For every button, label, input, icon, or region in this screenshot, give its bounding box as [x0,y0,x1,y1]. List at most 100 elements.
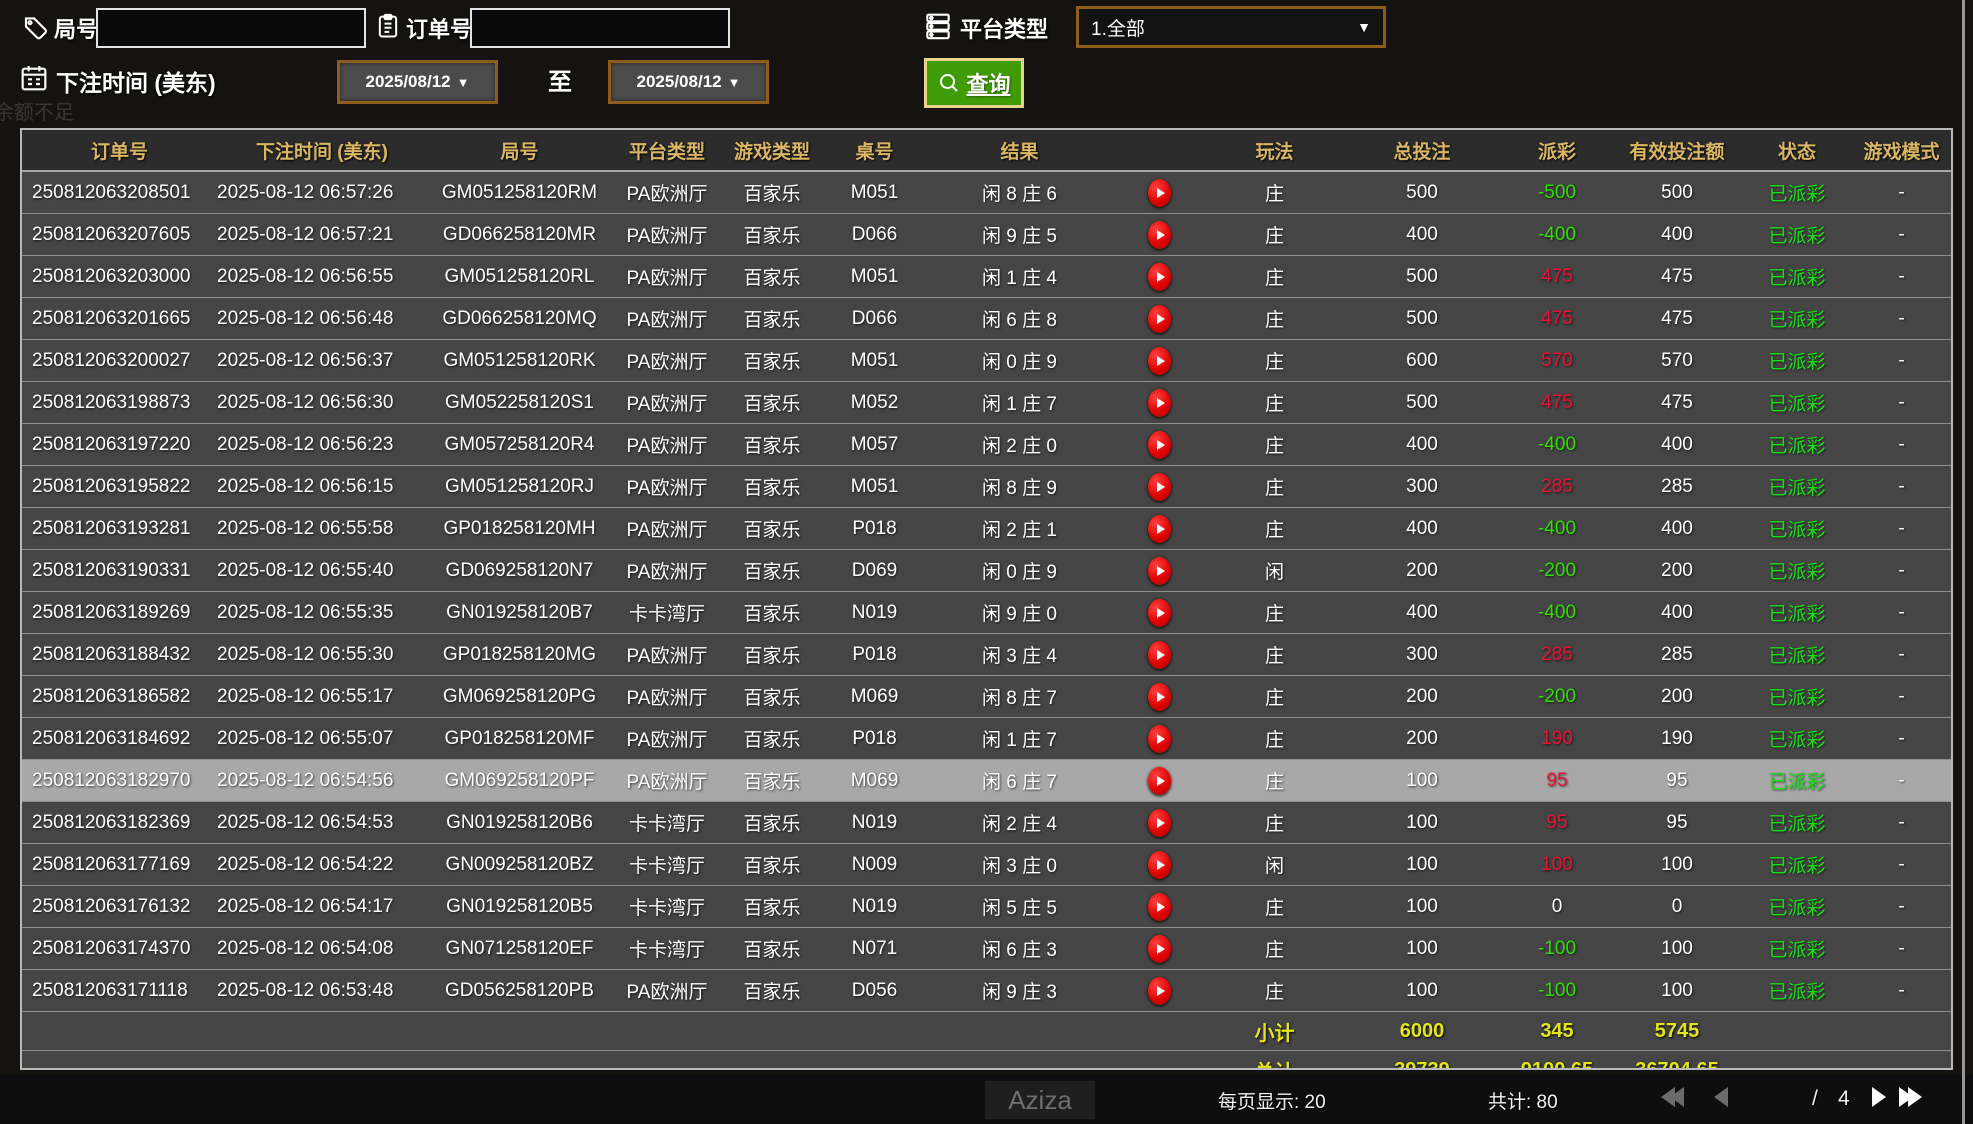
cell-payout: 475 [1502,308,1612,330]
table-row[interactable]: 2508120631932812025-08-12 06:55:58GP0182… [22,508,1951,550]
cell-valid: 95 [1612,812,1742,834]
play-video-icon[interactable] [1148,725,1171,753]
play-video-icon[interactable] [1148,389,1171,417]
table-row[interactable]: 2508120631846922025-08-12 06:55:07GP0182… [22,718,1951,760]
cell-play: 庄 [1207,515,1342,542]
play-video-icon[interactable] [1148,515,1171,543]
play-video-icon[interactable] [1148,431,1171,459]
cell-game: 百家乐 [722,347,822,374]
grand-total-row: 总计397399100.6536704.65 [22,1051,1951,1070]
play-video-icon[interactable] [1148,263,1171,291]
play-video-icon[interactable] [1148,767,1171,795]
platform-select[interactable]: 1.全部 ▼ [1076,6,1386,48]
table-row[interactable]: 2508120632016652025-08-12 06:56:48GD0662… [22,298,1951,340]
cell-game: 百家乐 [722,599,822,626]
table-row[interactable]: 2508120631903312025-08-12 06:55:40GD0692… [22,550,1951,592]
next-page-button[interactable] [1872,1087,1886,1107]
table-row[interactable]: 2508120631711182025-08-12 06:53:48GD0562… [22,970,1951,1012]
clipboard-icon [374,10,402,42]
play-video-icon[interactable] [1148,851,1171,879]
order-input[interactable] [470,8,730,48]
table-row[interactable]: 2508120631958222025-08-12 06:56:15GM0512… [22,466,1951,508]
date-to-select[interactable]: 2025/08/12 ▼ [608,60,769,104]
cell-platform: PA欧洲厅 [612,977,722,1004]
result-cell-play [1112,473,1207,501]
cell-game: 百家乐 [722,725,822,752]
play-video-icon[interactable] [1148,305,1171,333]
cell-play: 庄 [1207,893,1342,920]
play-video-icon[interactable] [1148,221,1171,249]
total-count-label: 共计: 80 [1488,1087,1558,1114]
cell-round: GM069258120PF [427,770,612,792]
result-cell-play [1112,767,1207,795]
cell-time: 2025-08-12 06:55:35 [217,602,427,624]
chevron-down-icon: ▼ [728,75,741,90]
table-row[interactable]: 2508120631743702025-08-12 06:54:08GN0712… [22,928,1951,970]
cell-valid: 0 [1612,896,1742,918]
table-row[interactable]: 2508120631761322025-08-12 06:54:17GN0192… [22,886,1951,928]
cell-order: 250812063182970 [22,770,217,792]
play-video-icon[interactable] [1148,809,1171,837]
total-valid-value: 36704.65 [1612,1059,1742,1071]
table-row[interactable]: 2508120631865822025-08-12 06:55:17GM0692… [22,676,1951,718]
cell-order: 250812063188432 [22,644,217,666]
play-video-icon[interactable] [1148,473,1171,501]
search-icon [937,71,961,95]
cell-result: 闲 9 庄 3 [927,977,1112,1004]
cell-mode: - [1852,476,1951,498]
play-video-icon[interactable] [1148,179,1171,207]
first-page-button[interactable] [1666,1087,1684,1107]
table-row[interactable]: 2508120631823692025-08-12 06:54:53GN0192… [22,802,1951,844]
cell-table: M051 [822,182,927,204]
table-row[interactable]: 2508120631988732025-08-12 06:56:30GM0522… [22,382,1951,424]
per-page-label: 每页显示: 20 [1218,1087,1326,1114]
cell-result: 闲 9 庄 5 [927,221,1112,248]
cell-mode: - [1852,266,1951,288]
cell-table: M057 [822,434,927,456]
cell-status: 已派彩 [1742,515,1852,542]
cell-payout: -200 [1502,686,1612,708]
table-row[interactable]: 2508120632030002025-08-12 06:56:55GM0512… [22,256,1951,298]
cell-mode: - [1852,434,1951,456]
table-row[interactable]: 2508120632000272025-08-12 06:56:37GM0512… [22,340,1951,382]
table-row[interactable]: 2508120631884322025-08-12 06:55:30GP0182… [22,634,1951,676]
cell-order: 250812063184692 [22,728,217,750]
table-row[interactable]: 2508120631829702025-08-12 06:54:56GM0692… [22,760,1951,802]
play-video-icon[interactable] [1148,347,1171,375]
result-cell-play [1112,893,1207,921]
search-button[interactable]: 查询 [924,58,1024,108]
play-video-icon[interactable] [1148,683,1171,711]
cell-game: 百家乐 [722,515,822,542]
cell-payout: -100 [1502,980,1612,1002]
cell-valid: 400 [1612,224,1742,246]
cell-total: 100 [1342,854,1502,876]
cell-order: 250812063190331 [22,560,217,582]
window-scrollbar[interactable] [1962,0,1965,1124]
prev-page-button[interactable] [1714,1087,1728,1107]
date-from-select[interactable]: 2025/08/12 ▼ [337,60,498,104]
play-video-icon[interactable] [1148,977,1171,1005]
cell-status: 已派彩 [1742,599,1852,626]
play-video-icon[interactable] [1148,557,1171,585]
table-row[interactable]: 2508120631892692025-08-12 06:55:35GN0192… [22,592,1951,634]
last-page-button[interactable] [1904,1087,1922,1107]
cell-play: 庄 [1207,935,1342,962]
play-video-icon[interactable] [1148,641,1171,669]
cell-valid: 100 [1612,938,1742,960]
cell-total: 300 [1342,644,1502,666]
table-row[interactable]: 2508120631771692025-08-12 06:54:22GN0092… [22,844,1951,886]
table-row[interactable]: 2508120632076052025-08-12 06:57:21GD0662… [22,214,1951,256]
cell-play: 庄 [1207,641,1342,668]
background-bleed-text: 余额不足 [0,96,74,125]
cell-mode: - [1852,518,1951,540]
cell-valid: 475 [1612,266,1742,288]
play-video-icon[interactable] [1148,599,1171,627]
cell-mode: - [1852,392,1951,414]
cell-status: 已派彩 [1742,389,1852,416]
play-video-icon[interactable] [1148,935,1171,963]
cell-table: M052 [822,392,927,414]
table-row[interactable]: 2508120632085012025-08-12 06:57:26GM0512… [22,172,1951,214]
table-row[interactable]: 2508120631972202025-08-12 06:56:23GM0572… [22,424,1951,466]
round-input[interactable] [96,8,366,48]
play-video-icon[interactable] [1148,893,1171,921]
